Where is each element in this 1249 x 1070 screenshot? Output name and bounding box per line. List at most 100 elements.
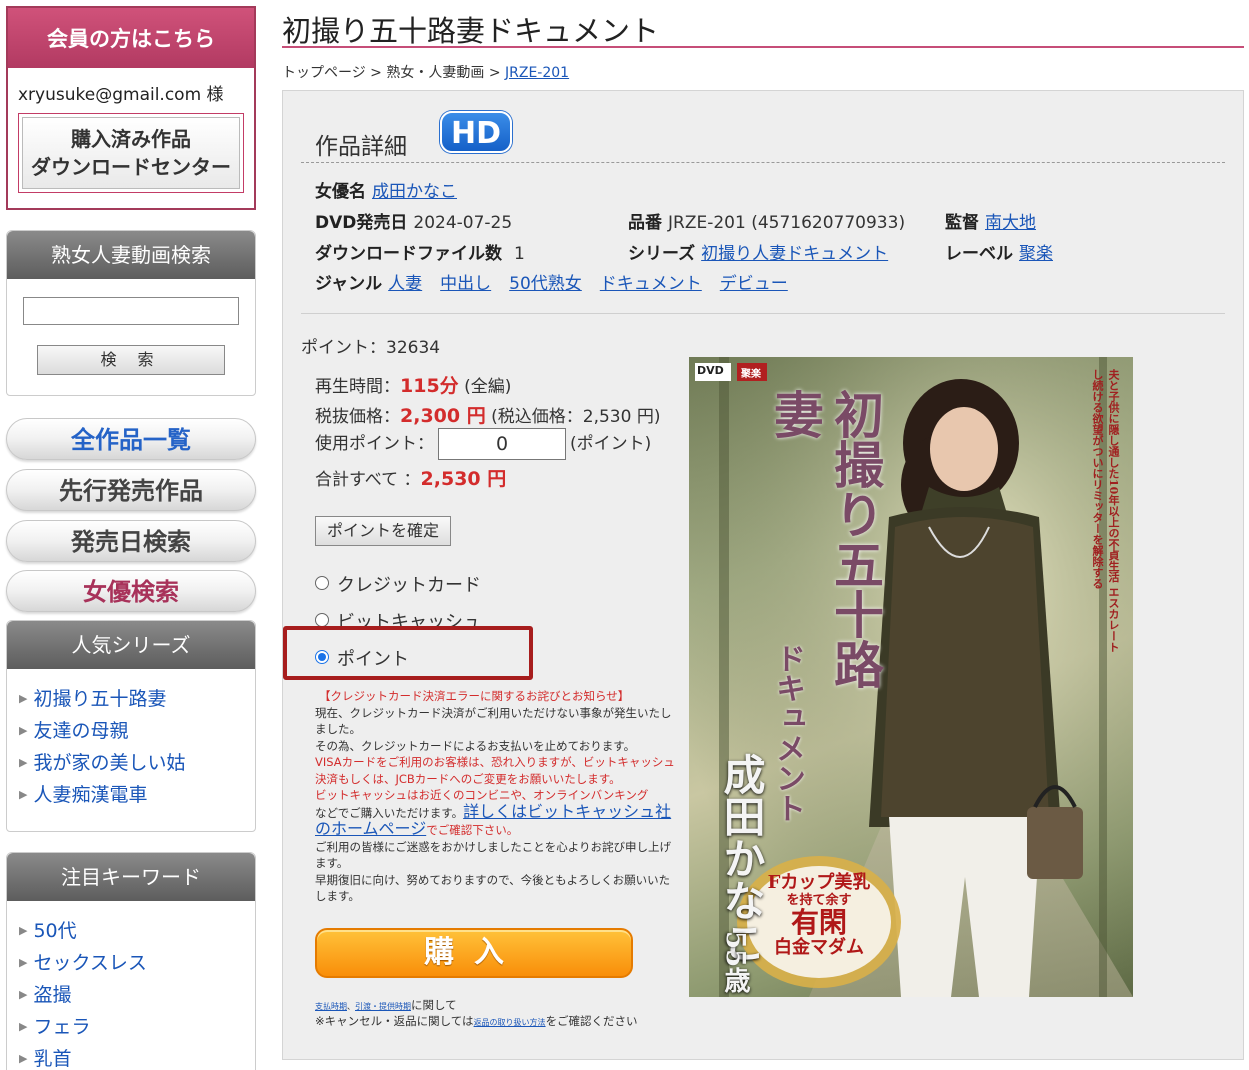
use-points-row: 使用ポイント： 0 (ポイント) [315, 428, 651, 460]
search-box: 熟女人妻動画検索 検 索 [6, 230, 256, 396]
genre-link[interactable]: 人妻 [388, 274, 422, 294]
search-input[interactable] [23, 297, 239, 325]
product-row: 品番 JRZE-201 (4571620770933) [628, 213, 906, 233]
breadcrumb-current[interactable]: JRZE-201 [505, 65, 569, 81]
points-balance: ポイント：32634 [301, 338, 441, 358]
member-header: 会員の方はこちら [8, 8, 254, 68]
buy-button[interactable]: 購入 [315, 928, 633, 978]
keyword-link[interactable]: ▶ 乳首 [19, 1043, 255, 1070]
popular-series-box: 人気シリーズ ▶ 初撮り五十路妻 ▶ 友達の母親 ▶ 我が家の美しい姑 ▶ 人妻痴漢電車 [6, 620, 256, 832]
file-count: 1 [514, 244, 525, 264]
actress-row: 女優名 成田かなこ [315, 182, 457, 202]
detail-header: 作品詳細 HD [301, 111, 1225, 163]
series-link[interactable]: ▶ 人妻痴漢電車 [19, 779, 255, 811]
member-box: 会員の方はこちら xryusuke@gmail.com 様 購入済み作品 ダウン… [6, 6, 256, 210]
nav-all-works[interactable]: 全作品一覧 [6, 418, 256, 460]
product-code: JRZE-201 (4571620770933) [668, 213, 906, 233]
director-link[interactable]: 南大地 [985, 213, 1036, 233]
nav-pre-release[interactable]: 先行発売作品 [6, 469, 256, 511]
detail-heading: 作品詳細 [315, 134, 407, 160]
keyword-link[interactable]: ▶ 盗撮 [19, 979, 255, 1011]
notice-title: 【クレジットカード決済エラーに関するお詫びとお知らせ】 [319, 689, 630, 703]
actress-link[interactable]: 成田かなこ [372, 182, 457, 202]
genre-row: ジャンル 人妻 中出し 50代熟女 ドキュメント デビュー [315, 274, 788, 294]
payment-timing-note: 支払時期、引渡・提供時期に関して [315, 998, 457, 1012]
breadcrumb: トップページ > 熟女・人妻動画 > JRZE-201 [282, 65, 570, 81]
price-row: 税抜価格：2,300 円 (税込価格：2,530 円) [315, 405, 661, 427]
genre-link[interactable]: 50代熟女 [509, 274, 582, 294]
files-row: ダウンロードファイル数 1 [315, 244, 525, 264]
return-policy-link[interactable]: 返品の取り扱い方法 [474, 1018, 546, 1027]
download-center-label-2: ダウンロードセンター [31, 155, 231, 179]
arrow-right-icon: ▶ [19, 788, 28, 801]
release-date: 2024-07-25 [413, 213, 513, 233]
series-link[interactable]: ▶ 友達の母親 [19, 715, 255, 747]
radio-icon [315, 613, 329, 627]
detail-panel: 作品詳細 HD 女優名 成田かなこ DVD発売日 2024-07-25 品番 JRZE… [282, 90, 1244, 1060]
cover-image: DVD 聚楽 初撮り五十路妻 ドキュメント 夫と子供に隠し通した10年以上の不貞… [689, 357, 1133, 997]
search-header: 熟女人妻動画検索 [7, 231, 255, 279]
payment-credit-card[interactable]: クレジットカード [315, 571, 481, 597]
popular-series-header: 人気シリーズ [7, 621, 255, 669]
dvd-logo: DVD [697, 364, 724, 377]
genre-link[interactable]: デビュー [720, 274, 788, 294]
use-points-input[interactable]: 0 [438, 428, 566, 460]
keyword-box: 注目キーワード ▶ 50代 ▶ セックスレス ▶ 盗撮 ▶ フェラ ▶ 乳首 [6, 852, 256, 1070]
arrow-right-icon: ▶ [19, 1052, 28, 1065]
duration-value: 115分 [400, 375, 459, 397]
payment-timing-link[interactable]: 支払時期 [315, 1002, 347, 1011]
cover-catch: Fカップ美乳 を持て余す 有閑 白金マダム [767, 872, 871, 958]
notice-p5: などでご購入いただけます。詳しくはビットキャッシュ社のホームページでご確認下さい… [315, 801, 672, 838]
download-center-button[interactable]: 購入済み作品 ダウンロードセンター [18, 113, 244, 193]
genre-link[interactable]: ドキュメント [600, 274, 702, 294]
keyword-link[interactable]: ▶ フェラ [19, 1011, 255, 1043]
notice-p6: ご利用の皆様にご迷惑をおかけしましたことを心よりお詫び申し上げます。 [315, 839, 672, 871]
nav-release-date-search[interactable]: 発売日検索 [6, 520, 256, 562]
hd-badge: HD [440, 111, 512, 153]
download-center-label-1: 購入済み作品 [71, 127, 191, 151]
radio-icon [315, 576, 329, 590]
arrow-right-icon: ▶ [19, 988, 28, 1001]
price-tax: (税込価格：2,530 円) [491, 407, 661, 427]
breadcrumb-top[interactable]: トップページ [282, 65, 366, 81]
nav-actress-search[interactable]: 女優検索 [6, 570, 256, 612]
cancel-note: ※キャンセル・返品に関しては返品の取り扱い方法をご確認ください [315, 1014, 638, 1028]
arrow-right-icon: ▶ [19, 924, 28, 937]
total-row: 合計すべて ：2,530 円 [315, 468, 507, 490]
genre-link[interactable]: 中出し [440, 274, 491, 294]
notice-p1: 現在、クレジットカード決済がご利用いただけない事象が発生いたしました。 [315, 705, 672, 737]
confirm-points-button[interactable]: ポイントを確定 [315, 516, 451, 546]
cover-tagline: 夫と子供に隠し通した10年以上の不貞生活 エスカレートし続ける欲望がついにリミッ… [1091, 369, 1120, 653]
series-row: シリーズ 初撮り人妻ドキュメント [628, 244, 889, 264]
label-row: レーベル 聚楽 [945, 244, 1053, 264]
series-link[interactable]: ▶ 我が家の美しい姑 [19, 747, 255, 779]
payment-points[interactable]: ポイント [315, 645, 409, 671]
delivery-timing-link[interactable]: 引渡・提供時期 [355, 1002, 411, 1011]
notice-p7: 早期復旧に向け、努めておりますので、今後ともよろしくお願いいたします。 [315, 872, 671, 904]
director-row: 監督 南大地 [945, 213, 1036, 233]
notice-p2: その為、クレジットカードによるお支払いを止めております。 [315, 738, 636, 753]
series-link[interactable]: 初撮り人妻ドキュメント [701, 244, 888, 264]
total-value: 2,530 円 [420, 468, 507, 490]
page-title: 初撮り五十路妻ドキュメント [282, 0, 1244, 48]
arrow-right-icon: ▶ [19, 756, 28, 769]
price-value: 2,300 円 [400, 405, 486, 427]
arrow-right-icon: ▶ [19, 1020, 28, 1033]
search-button[interactable]: 検 索 [37, 345, 225, 375]
keyword-link[interactable]: ▶ セックスレス [19, 947, 255, 979]
label-link[interactable]: 聚楽 [1019, 244, 1053, 264]
credit-card-error-notice: 【クレジットカード決済エラーに関するお詫びとお知らせ】 現在、クレジットカード決… [315, 688, 675, 905]
arrow-right-icon: ▶ [19, 956, 28, 969]
notice-p3: VISAカードをご利用のお客様は、恐れ入りますが、ビットキャッシュ決済もしくは、… [315, 755, 675, 786]
member-email: xryusuke@gmail.com 様 [18, 85, 224, 105]
release-row: DVD発売日 2024-07-25 [315, 213, 513, 233]
keyword-link[interactable]: ▶ 50代 [19, 915, 255, 947]
studio-logo: 聚楽 [741, 369, 761, 380]
series-link[interactable]: ▶ 初撮り五十路妻 [19, 683, 255, 715]
duration-row: 再生時間：115分 (全編) [315, 375, 512, 397]
radio-checked-icon [315, 650, 329, 664]
arrow-right-icon: ▶ [19, 724, 28, 737]
sidebar: 会員の方はこちら xryusuke@gmail.com 様 購入済み作品 ダウン… [6, 6, 256, 1070]
breadcrumb-category[interactable]: 熟女・人妻動画 [386, 65, 484, 81]
divider [301, 313, 1225, 314]
